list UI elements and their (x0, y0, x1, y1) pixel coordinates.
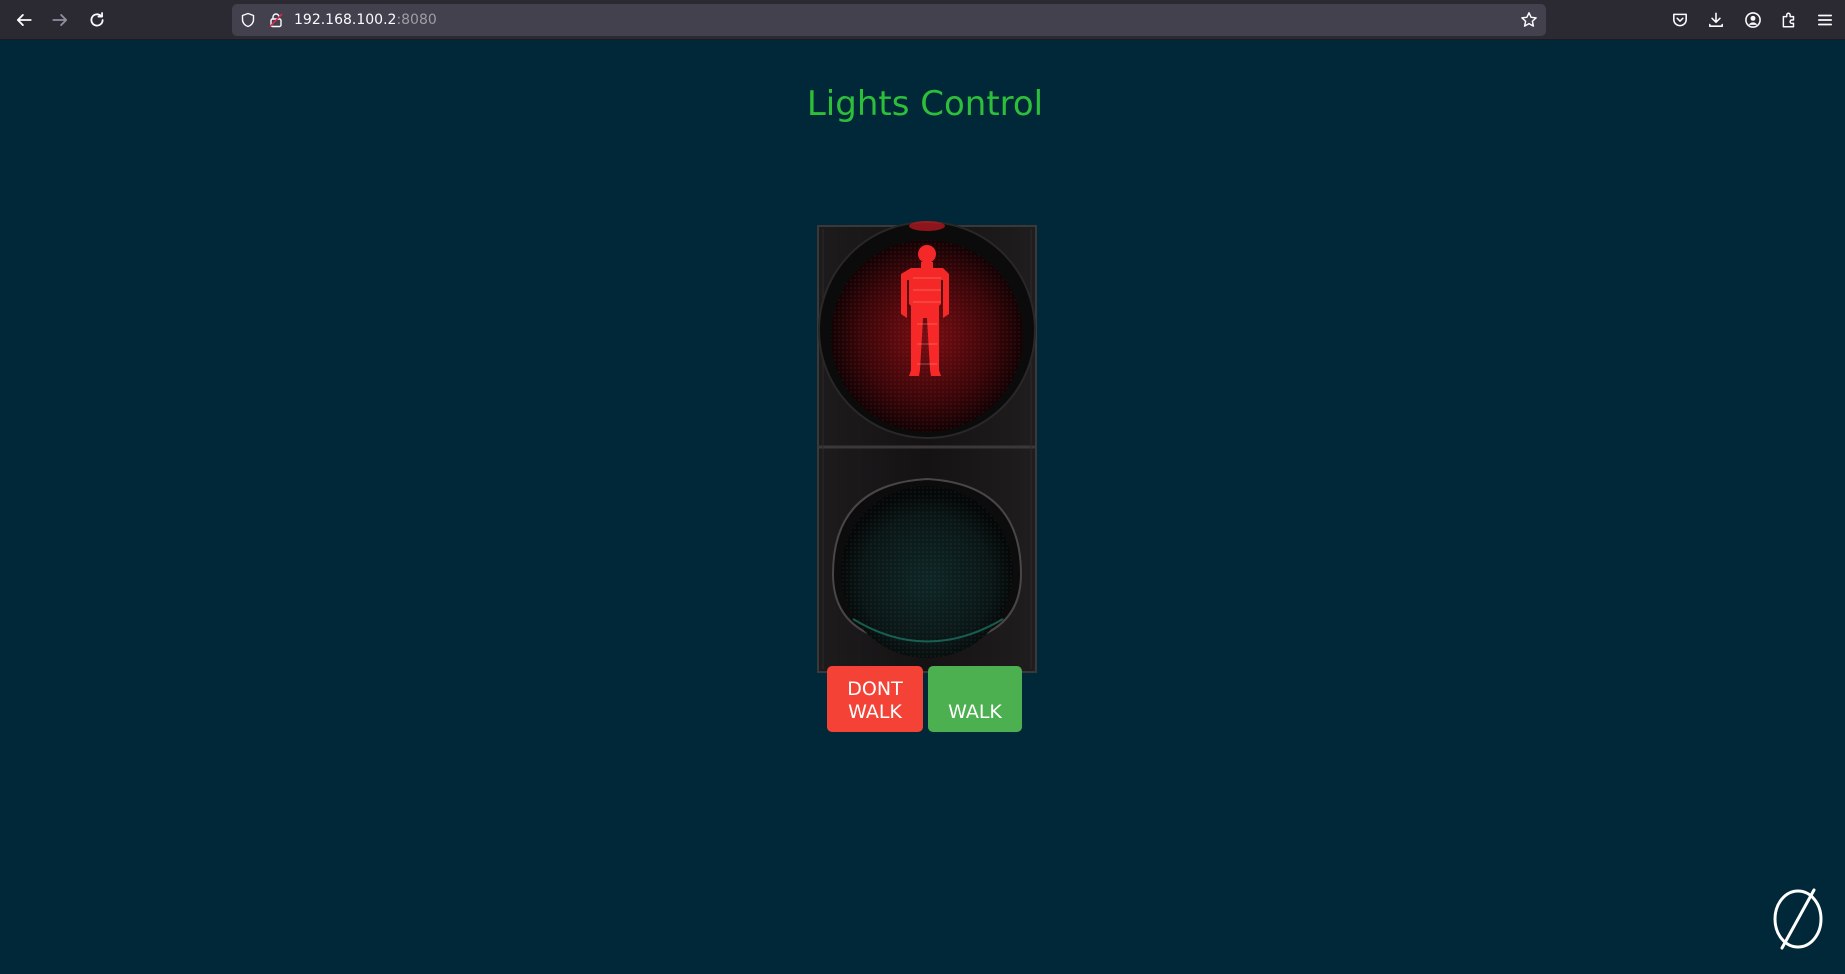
forward-arrow-icon[interactable] (48, 8, 72, 32)
dont-walk-label-line1: DONT (847, 678, 903, 700)
url-port: :8080 (396, 12, 437, 28)
walk-label: WALK (948, 701, 1002, 723)
dont-walk-button[interactable]: DONT WALK (827, 666, 923, 732)
dont-walk-label-line2: WALK (848, 701, 902, 723)
browser-toolbar: 192.168.100.2:8080 (0, 0, 1845, 40)
shield-icon[interactable] (240, 12, 256, 28)
page-title: Lights Control (806, 84, 1044, 124)
back-arrow-icon[interactable] (12, 8, 36, 32)
extensions-icon[interactable] (1777, 8, 1801, 32)
null-logo-icon (1773, 888, 1823, 950)
download-icon[interactable] (1704, 8, 1728, 32)
reload-icon[interactable] (85, 8, 109, 32)
hamburger-menu-icon[interactable] (1813, 8, 1837, 32)
url-bar[interactable]: 192.168.100.2:8080 (232, 4, 1546, 36)
pedestrian-signal-image (817, 221, 1037, 673)
url-host: 192.168.100.2 (294, 12, 397, 28)
url-text[interactable]: 192.168.100.2:8080 (294, 10, 437, 30)
account-icon[interactable] (1741, 8, 1765, 32)
walk-button[interactable]: WALK (928, 666, 1022, 732)
page-body: Lights Control DONT WALK WALK (0, 40, 1845, 974)
star-icon[interactable] (1520, 11, 1538, 29)
pocket-icon[interactable] (1668, 8, 1692, 32)
lock-icon[interactable] (268, 12, 284, 28)
